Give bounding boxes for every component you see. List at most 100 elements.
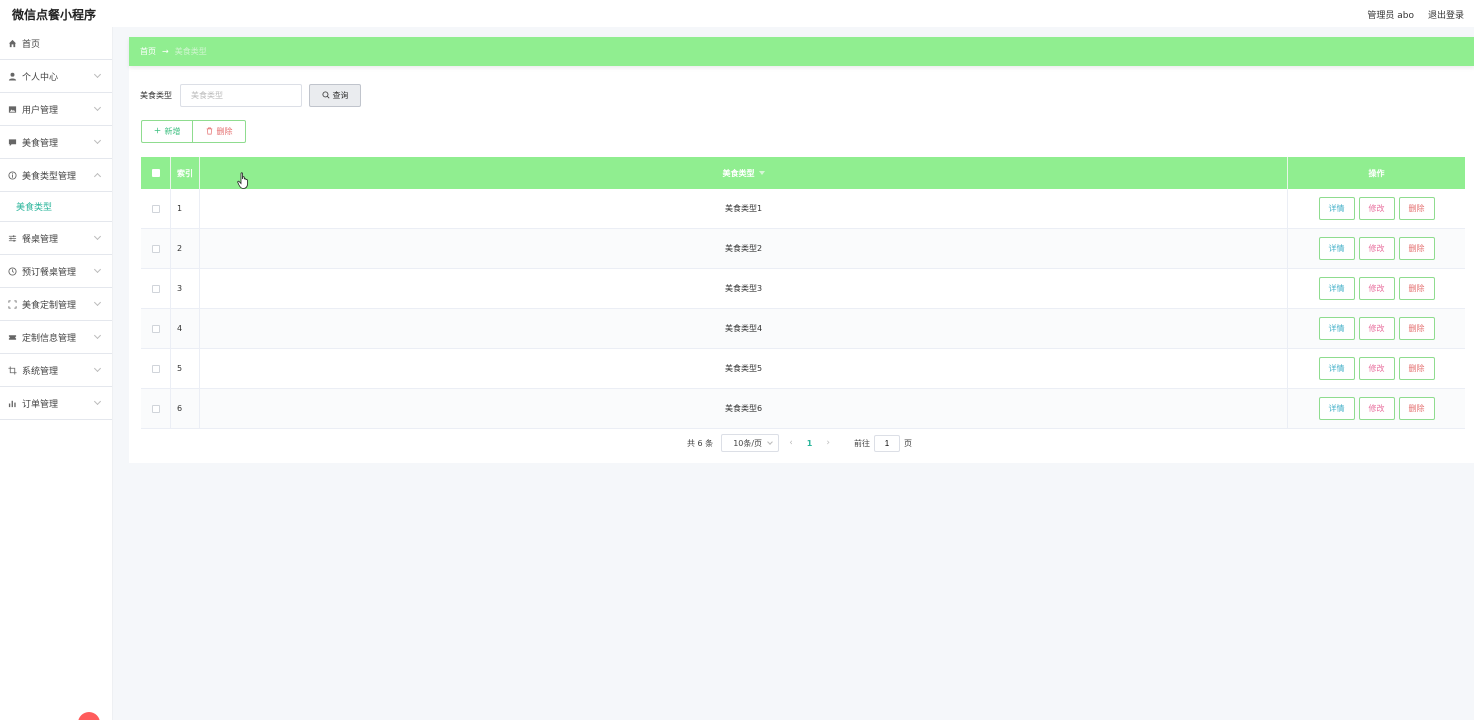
detail-button[interactable]: 详情 bbox=[1318, 397, 1355, 420]
prev-page-button[interactable]: ‹ bbox=[789, 438, 793, 448]
detail-button[interactable]: 详情 bbox=[1318, 357, 1355, 380]
row-checkbox[interactable] bbox=[151, 404, 160, 413]
detail-button[interactable]: 详情 bbox=[1318, 237, 1355, 260]
row-checkbox[interactable] bbox=[151, 364, 160, 373]
detail-button[interactable]: 详情 bbox=[1318, 317, 1355, 340]
goto-suffix: 页 bbox=[903, 438, 912, 448]
chevron-up-icon bbox=[93, 172, 102, 181]
query-button-label: 查询 bbox=[332, 91, 349, 100]
header-ops: 操作 bbox=[1368, 168, 1385, 178]
sidebar-item-order-management[interactable]: 订单管理 bbox=[0, 387, 112, 420]
app-title: 微信点餐小程序 bbox=[12, 8, 97, 22]
breadcrumb-arrow-icon: → bbox=[162, 47, 169, 56]
delete-button[interactable]: 删除 bbox=[1398, 397, 1435, 420]
sidebar-subitem-food-type[interactable]: 美食类型 bbox=[0, 192, 112, 222]
delete-button[interactable]: 删除 bbox=[1398, 317, 1435, 340]
next-page-button[interactable]: › bbox=[826, 438, 830, 448]
delete-button[interactable]: 删除 bbox=[1398, 357, 1435, 380]
search-icon bbox=[321, 90, 330, 101]
edit-button[interactable]: 修改 bbox=[1358, 197, 1395, 220]
table-row: 1 美食类型1 详情 修改 删除 bbox=[141, 189, 1465, 229]
sidebar-item-label: 美食类型管理 bbox=[22, 171, 77, 182]
sidebar-item-table-management[interactable]: 餐桌管理 bbox=[0, 222, 112, 255]
detail-button[interactable]: 详情 bbox=[1318, 277, 1355, 300]
sidebar-item-label: 用户管理 bbox=[22, 105, 59, 116]
row-index: 1 bbox=[171, 189, 200, 228]
page-number-current[interactable]: 1 bbox=[807, 439, 813, 448]
sidebar-item-label: 美食定制管理 bbox=[22, 300, 77, 311]
sidebar-item-reservation-management[interactable]: 预订餐桌管理 bbox=[0, 255, 112, 288]
row-checkbox[interactable] bbox=[151, 244, 160, 253]
row-checkbox-cell bbox=[141, 269, 171, 308]
row-type: 美食类型6 bbox=[200, 389, 1288, 428]
fullscreen-icon bbox=[7, 299, 17, 309]
logout-link[interactable]: 退出登录 bbox=[1428, 8, 1464, 21]
sidebar-subitem-label: 美食类型 bbox=[16, 203, 53, 213]
delete-button[interactable]: 删除 bbox=[1398, 197, 1435, 220]
breadcrumb-current: 美食类型 bbox=[174, 47, 207, 56]
row-type: 美食类型4 bbox=[200, 309, 1288, 348]
header-type-label: 美食类型 bbox=[722, 168, 755, 178]
sidebar: 首页 个人中心 用户管理 美食管理 美食类型管理 美食类型 餐桌管理 预订餐桌管… bbox=[0, 27, 113, 720]
goto-prefix: 前往 bbox=[853, 438, 870, 448]
detail-button[interactable]: 详情 bbox=[1318, 197, 1355, 220]
sidebar-item-label: 定制信息管理 bbox=[22, 333, 77, 344]
edit-button[interactable]: 修改 bbox=[1358, 397, 1395, 420]
chevron-down-icon bbox=[93, 265, 102, 274]
row-checkbox[interactable] bbox=[151, 284, 160, 293]
row-index: 5 bbox=[171, 349, 200, 388]
page-size-select[interactable]: 10条/页 bbox=[721, 434, 780, 452]
header-type[interactable]: 美食类型 bbox=[200, 157, 1288, 189]
table-row: 6 美食类型6 详情 修改 删除 bbox=[141, 389, 1465, 429]
sidebar-item-label: 系统管理 bbox=[22, 366, 59, 377]
sidebar-item-personal-center[interactable]: 个人中心 bbox=[0, 60, 112, 93]
row-ops: 详情 修改 删除 bbox=[1288, 349, 1465, 388]
chevron-down-icon bbox=[93, 397, 102, 406]
clock-icon bbox=[7, 266, 17, 276]
edit-button[interactable]: 修改 bbox=[1358, 277, 1395, 300]
breadcrumb-home[interactable]: 首页 bbox=[140, 46, 156, 57]
page-jumper: 前往 页 bbox=[853, 434, 912, 452]
row-ops: 详情 修改 删除 bbox=[1288, 389, 1465, 428]
sidebar-item-label: 订单管理 bbox=[22, 399, 59, 410]
delete-button[interactable]: 删除 bbox=[1398, 277, 1435, 300]
sidebar-item-system-management[interactable]: 系统管理 bbox=[0, 354, 112, 387]
row-checkbox[interactable] bbox=[151, 204, 160, 213]
sort-icon[interactable] bbox=[758, 171, 765, 175]
sliders-icon bbox=[7, 233, 17, 243]
row-index: 6 bbox=[171, 389, 200, 428]
delete-button[interactable]: 删除 bbox=[1398, 237, 1435, 260]
delete-button-label: 删除 bbox=[216, 127, 233, 136]
row-index: 3 bbox=[171, 269, 200, 308]
header-right: 管理员 abo 退出登录 bbox=[1367, 8, 1464, 21]
sidebar-item-home[interactable]: 首页 bbox=[0, 27, 112, 60]
goto-page-input[interactable] bbox=[873, 434, 900, 452]
bar-chart-icon bbox=[7, 398, 17, 408]
query-button[interactable]: 查询 bbox=[309, 84, 361, 107]
chevron-down-icon bbox=[93, 103, 102, 112]
edit-button[interactable]: 修改 bbox=[1358, 237, 1395, 260]
row-checkbox[interactable] bbox=[151, 324, 160, 333]
select-all-checkbox[interactable] bbox=[151, 169, 160, 177]
add-button[interactable]: 新增 bbox=[141, 120, 193, 143]
action-buttons: 新增 删除 bbox=[141, 120, 246, 143]
sidebar-item-custom-info-management[interactable]: 定制信息管理 bbox=[0, 321, 112, 354]
page-size-value: 10条/页 bbox=[733, 438, 763, 448]
sidebar-item-user-management[interactable]: 用户管理 bbox=[0, 93, 112, 126]
sidebar-item-label: 美食管理 bbox=[22, 138, 59, 149]
batch-delete-button[interactable]: 删除 bbox=[193, 120, 246, 143]
row-type: 美食类型1 bbox=[200, 189, 1288, 228]
food-type-table: 索引 美食类型 操作 1 美食类型1 详情 修改 删除 2 美食类型2 详情 修改 删除 3 美食类型… bbox=[141, 157, 1465, 429]
pagination-total: 共 6 条 bbox=[687, 438, 714, 448]
header-index: 索引 bbox=[171, 157, 200, 189]
sidebar-item-label: 预订餐桌管理 bbox=[22, 267, 77, 278]
search-input[interactable] bbox=[180, 84, 302, 107]
edit-button[interactable]: 修改 bbox=[1358, 357, 1395, 380]
header-checkbox-cell bbox=[141, 157, 171, 189]
sidebar-item-food-type-management[interactable]: 美食类型管理 bbox=[0, 159, 112, 192]
row-checkbox-cell bbox=[141, 189, 171, 228]
edit-button[interactable]: 修改 bbox=[1358, 317, 1395, 340]
sidebar-item-food-management[interactable]: 美食管理 bbox=[0, 126, 112, 159]
sidebar-item-label: 餐桌管理 bbox=[22, 234, 59, 245]
sidebar-item-food-custom-management[interactable]: 美食定制管理 bbox=[0, 288, 112, 321]
